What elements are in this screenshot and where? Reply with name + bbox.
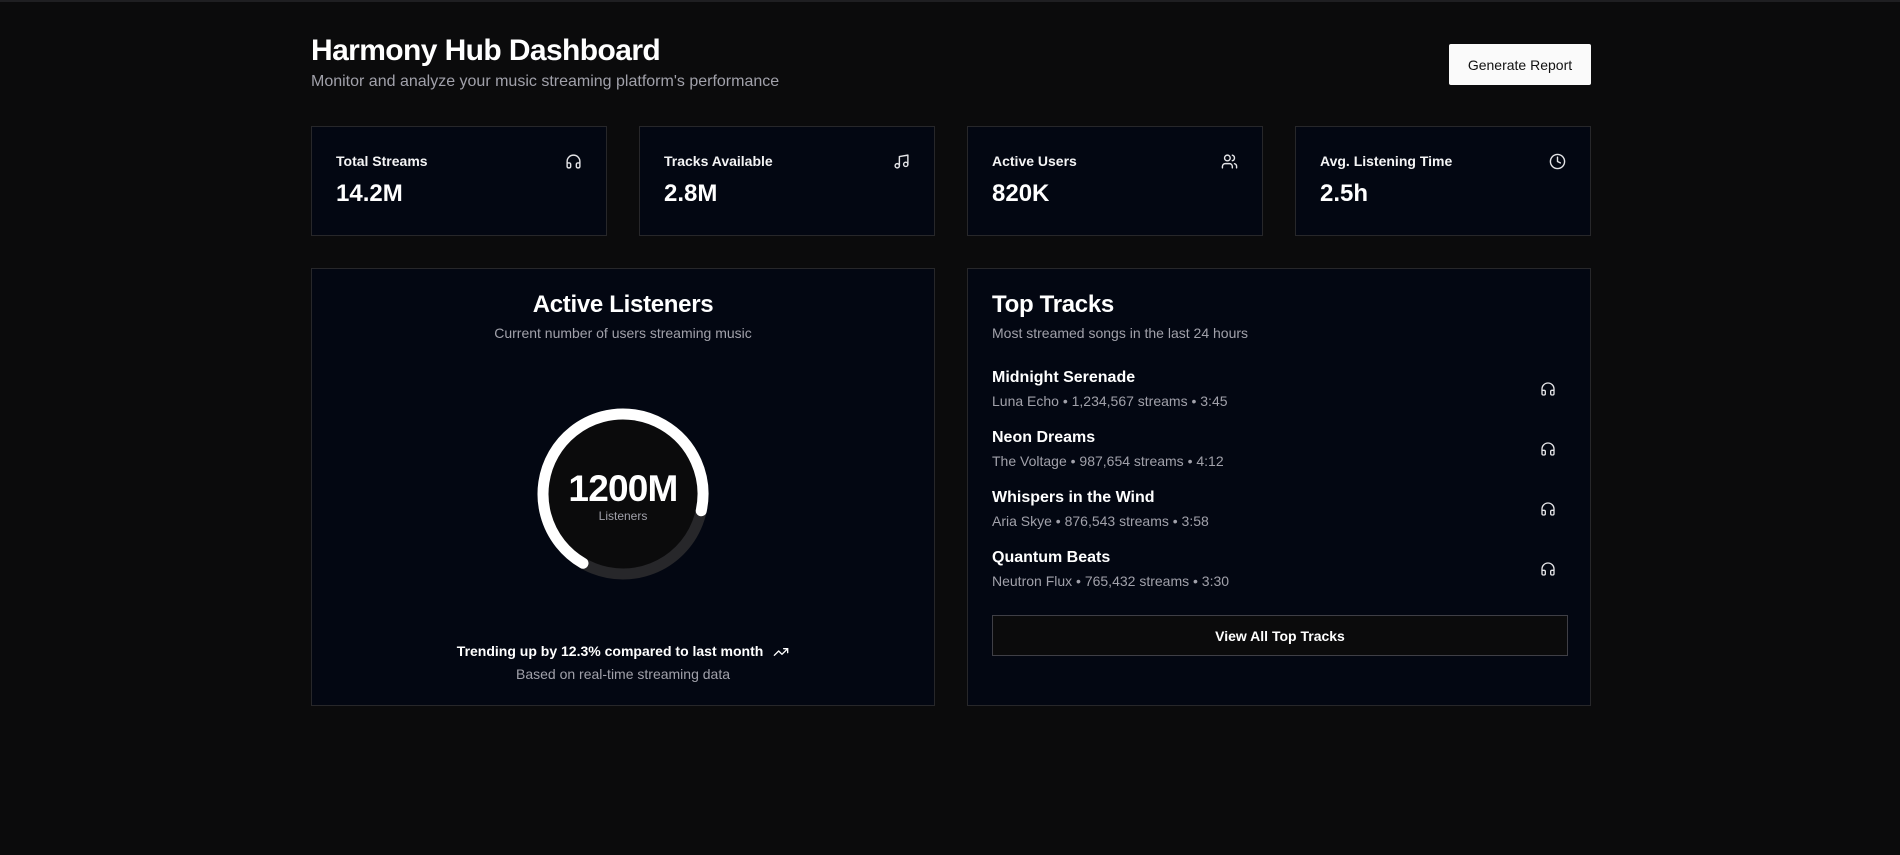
track-item[interactable]: Quantum Beats Neutron Flux • 765,432 str… xyxy=(992,549,1566,595)
users-icon xyxy=(1221,154,1238,169)
page-header: Harmony Hub Dashboard Monitor and analyz… xyxy=(311,32,1591,94)
trend-note: Based on real-time streaming data xyxy=(516,666,730,682)
listeners-title: Active Listeners xyxy=(532,291,714,318)
stat-label: Total Streams xyxy=(336,153,428,169)
track-meta: Luna Echo • 1,234,567 streams • 3:45 xyxy=(992,393,1228,409)
track-item[interactable]: Neon Dreams The Voltage • 987,654 stream… xyxy=(992,429,1566,475)
listeners-value: 1200M xyxy=(568,468,678,509)
trend-label: Trending up by 12.3% compared to last mo… xyxy=(456,643,764,659)
stat-label: Tracks Available xyxy=(664,153,773,169)
trending-up-icon xyxy=(773,648,789,657)
track-name: Whispers in the Wind xyxy=(992,489,1155,506)
generate-report-button[interactable]: Generate Report xyxy=(1449,44,1591,85)
top-tracks-card: Top Tracks Most streamed songs in the la… xyxy=(967,268,1591,706)
track-name: Midnight Serenade xyxy=(992,369,1136,386)
headphones-icon[interactable] xyxy=(1540,561,1556,577)
top-divider xyxy=(0,0,1900,2)
stat-label: Active Users xyxy=(992,153,1077,169)
stat-card-avg-listening-time: Avg. Listening Time 2.5h xyxy=(1295,126,1591,236)
stats-row: Total Streams 14.2M Tracks Available 2.8… xyxy=(311,126,1591,236)
stat-value: 2.5h xyxy=(1320,180,1369,207)
headphones-icon[interactable] xyxy=(1540,501,1556,517)
stat-card-tracks-available: Tracks Available 2.8M xyxy=(639,126,935,236)
headphones-icon[interactable] xyxy=(1540,381,1556,397)
listeners-description: Current number of users streaming music xyxy=(494,325,752,341)
track-meta: Aria Skye • 876,543 streams • 3:58 xyxy=(992,513,1209,529)
listeners-value-label: Listeners xyxy=(598,509,648,523)
stat-card-total-streams: Total Streams 14.2M xyxy=(311,126,607,236)
track-item[interactable]: Midnight Serenade Luna Echo • 1,234,567 … xyxy=(992,369,1566,415)
clock-icon xyxy=(1549,153,1566,170)
track-meta: Neutron Flux • 765,432 streams • 3:30 xyxy=(992,573,1230,589)
track-item[interactable]: Whispers in the Wind Aria Skye • 876,543… xyxy=(992,489,1566,535)
trend-text: Trending up by 12.3% compared to last mo… xyxy=(312,643,934,660)
active-listeners-card: Active Listeners Current number of users… xyxy=(311,268,935,706)
page-subtitle: Monitor and analyze your music streaming… xyxy=(311,73,780,90)
music-note-icon xyxy=(894,154,909,169)
stat-value: 820K xyxy=(992,180,1050,207)
headphones-icon[interactable] xyxy=(1540,441,1556,457)
top-tracks-description: Most streamed songs in the last 24 hours xyxy=(992,325,1249,341)
stat-value: 14.2M xyxy=(336,180,403,207)
track-name: Quantum Beats xyxy=(992,549,1111,566)
stat-label: Avg. Listening Time xyxy=(1320,153,1453,169)
stat-card-active-users: Active Users 820K xyxy=(967,126,1263,236)
stat-value: 2.8M xyxy=(664,180,718,207)
top-tracks-title: Top Tracks xyxy=(992,291,1114,318)
track-name: Neon Dreams xyxy=(992,429,1096,446)
headphones-icon xyxy=(566,154,581,169)
view-all-tracks-button[interactable]: View All Top Tracks xyxy=(992,615,1568,656)
page-title: Harmony Hub Dashboard xyxy=(311,34,661,67)
track-meta: The Voltage • 987,654 streams • 4:12 xyxy=(992,453,1224,469)
